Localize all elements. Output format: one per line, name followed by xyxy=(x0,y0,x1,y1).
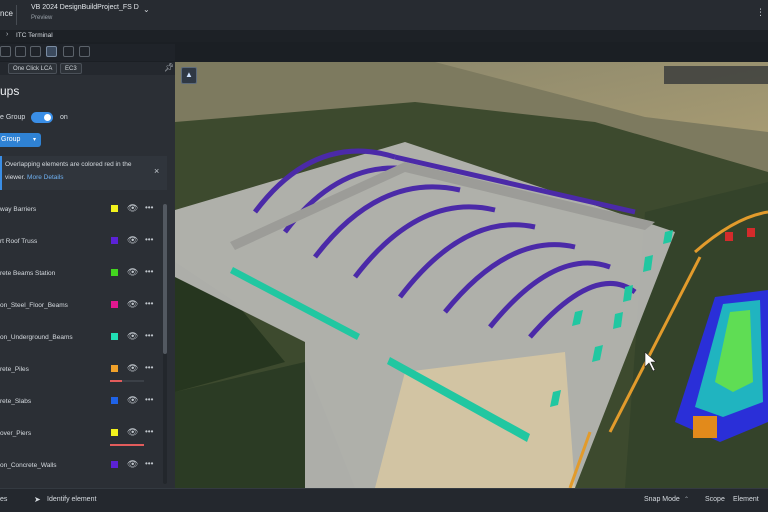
title-divider xyxy=(16,5,17,25)
more-icon[interactable]: ••• xyxy=(145,427,153,436)
eye-icon[interactable]: 👁︎ xyxy=(127,235,138,246)
scope-value[interactable]: Element xyxy=(733,496,759,503)
breadcrumb: › ITC Terminal xyxy=(0,30,768,42)
color-swatch[interactable] xyxy=(111,461,118,468)
snap-mode-label[interactable]: Snap Mode xyxy=(644,496,680,503)
group-row[interactable]: way Barriers 👁︎ ••• xyxy=(0,195,165,226)
info-text-prefix: viewer. xyxy=(5,174,26,181)
groups-panel: ups e Group on Group ▾ Overlapping eleme… xyxy=(0,75,175,488)
toggle-value: on xyxy=(60,114,68,121)
more-icon[interactable]: ••• xyxy=(145,299,153,308)
group-row[interactable]: on_Concrete_Walls 👁︎ ••• xyxy=(0,451,165,482)
more-icon[interactable]: ••• xyxy=(145,459,153,468)
overlap-bar-fill xyxy=(110,380,122,382)
app-name: nce xyxy=(0,9,13,18)
eye-icon[interactable]: 👁︎ xyxy=(127,395,138,406)
group-name: on_Steel_Floor_Beams xyxy=(0,302,68,309)
group-name: rete Beams Station xyxy=(0,270,56,277)
3d-viewport[interactable] xyxy=(175,62,768,488)
chevron-down-icon: ▾ xyxy=(32,137,36,143)
group-name: over_Piers xyxy=(0,430,32,437)
more-icon[interactable]: ••• xyxy=(145,363,153,372)
eye-icon[interactable]: 👁︎ xyxy=(127,331,138,342)
save-tool-icon[interactable] xyxy=(63,46,74,57)
more-icon[interactable]: ••• xyxy=(145,203,153,212)
line-tool-icon[interactable] xyxy=(15,46,26,57)
group-row[interactable]: on_Underground_Beams 👁︎ ••• xyxy=(0,323,165,354)
toggle-label: e Group xyxy=(0,114,26,121)
more-icon[interactable]: ••• xyxy=(145,395,153,404)
color-swatch[interactable] xyxy=(111,333,118,340)
color-swatch[interactable] xyxy=(111,269,118,276)
viewport-toolbar[interactable] xyxy=(664,66,768,84)
chevron-up-icon[interactable]: ⌃ xyxy=(684,496,689,503)
select-tool-button[interactable]: ▲ xyxy=(181,67,197,84)
group-name: rt Roof Truss xyxy=(0,238,38,245)
pin-icon[interactable]: 📌︎ xyxy=(164,63,174,72)
rectangle-tool-icon[interactable] xyxy=(30,46,41,57)
overlap-bar xyxy=(110,380,144,382)
breadcrumb-project[interactable]: ITC Terminal xyxy=(16,32,53,39)
eye-icon[interactable]: 👁︎ xyxy=(127,203,138,214)
pointer-icon: ➤ xyxy=(34,495,41,504)
title-bar: nce VB 2024 DesignBuildProject_FS D Prev… xyxy=(0,0,768,30)
group-row[interactable]: over_Piers 👁︎ ••• xyxy=(0,419,165,450)
eye-icon[interactable]: 👁︎ xyxy=(127,459,138,470)
tab-one-click-lca[interactable]: One Click LCA xyxy=(8,63,58,74)
group-name: on_Underground_Beams xyxy=(0,334,73,341)
info-banner: Overlapping elements are colored red in … xyxy=(0,156,167,190)
group-name: way Barriers xyxy=(0,206,37,213)
scrollbar-thumb[interactable] xyxy=(163,204,167,354)
group-toggle[interactable] xyxy=(31,112,53,123)
more-icon[interactable]: ••• xyxy=(145,331,153,340)
viewport-scene[interactable] xyxy=(175,62,768,488)
close-icon[interactable]: × xyxy=(154,166,159,176)
group-row[interactable]: rt Roof Truss 👁︎ ••• xyxy=(0,227,165,258)
eye-icon[interactable]: 👁︎ xyxy=(127,299,138,310)
color-swatch[interactable] xyxy=(111,397,118,404)
group-row[interactable]: on_Steel_Floor_Beams 👁︎ ••• xyxy=(0,291,165,322)
diamond-tool-icon[interactable] xyxy=(0,46,11,57)
status-left-label[interactable]: es xyxy=(0,496,7,503)
more-icon[interactable]: ••• xyxy=(145,267,153,276)
group-row[interactable]: rete_Piles 👁︎ ••• xyxy=(0,355,165,386)
group-name: rete_Slabs xyxy=(0,398,32,405)
eye-icon[interactable]: 👁︎ xyxy=(127,363,138,374)
panel-scrollbar[interactable] xyxy=(163,204,167,484)
toggle-knob xyxy=(44,114,51,121)
group-row[interactable]: rete_Slabs 👁︎ ••• xyxy=(0,387,165,418)
project-name[interactable]: VB 2024 DesignBuildProject_FS D xyxy=(31,4,139,11)
settings-tool-icon[interactable] xyxy=(79,46,90,57)
project-subtitle: Preview xyxy=(31,15,53,21)
panel-title: ups xyxy=(0,84,20,98)
more-menu-icon[interactable]: ⋮ xyxy=(756,7,765,18)
group-name: on_Concrete_Walls xyxy=(0,462,57,469)
overlap-bar-fill xyxy=(110,444,144,446)
group-row[interactable]: rete Beams Station 👁︎ ••• xyxy=(0,259,165,290)
info-text-line1: Overlapping elements are colored red in … xyxy=(5,161,132,168)
scope-label: Scope xyxy=(705,496,725,503)
grid-tool-icon[interactable] xyxy=(46,46,57,57)
chevron-right-icon[interactable]: › xyxy=(6,31,8,38)
eye-icon[interactable]: 👁︎ xyxy=(127,427,138,438)
eye-icon[interactable]: 👁︎ xyxy=(127,267,138,278)
panel-toolbar xyxy=(0,44,175,61)
more-icon[interactable]: ••• xyxy=(145,235,153,244)
color-swatch[interactable] xyxy=(111,205,118,212)
tab-ec3[interactable]: EC3 xyxy=(60,63,82,74)
status-bar: es ➤ Identify element Snap Mode ⌃ Scope … xyxy=(0,488,768,512)
add-group-button[interactable]: Group ▾ xyxy=(0,133,41,147)
overlap-bar xyxy=(110,444,144,446)
color-swatch[interactable] xyxy=(111,365,118,372)
group-name: rete_Piles xyxy=(0,366,29,373)
color-swatch[interactable] xyxy=(111,429,118,436)
group-button-label: Group xyxy=(1,136,21,143)
color-swatch[interactable] xyxy=(111,301,118,308)
info-text-line2: viewer. More Details xyxy=(5,174,64,181)
project-dropdown-icon[interactable]: ⌄ xyxy=(143,5,150,14)
identify-element-label[interactable]: Identify element xyxy=(47,496,96,503)
more-details-link[interactable]: More Details xyxy=(27,174,63,181)
color-swatch[interactable] xyxy=(111,237,118,244)
panel-tabs: One Click LCA EC3 📌︎ xyxy=(0,62,175,75)
